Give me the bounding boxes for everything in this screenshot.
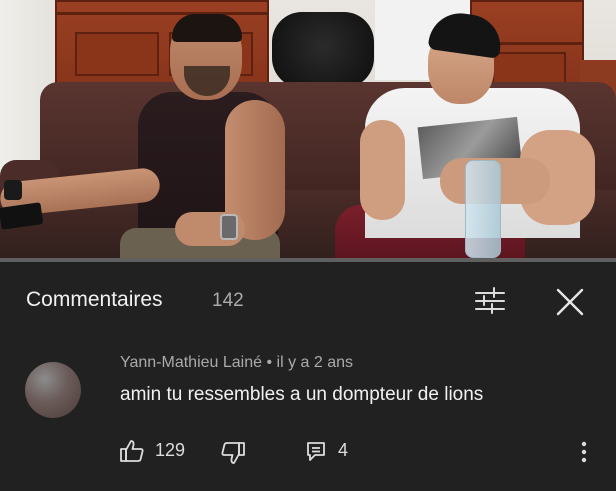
more-vert-icon[interactable] <box>578 438 590 466</box>
comments-title: Commentaires <box>26 288 163 311</box>
thumbs-down-icon[interactable] <box>220 440 246 466</box>
comment-time: il y a 2 ans <box>276 354 354 371</box>
comment-actions: 129 4 <box>0 436 616 470</box>
water-bottle <box>465 160 501 258</box>
comments-count: 142 <box>212 290 244 311</box>
comments-header: Commentaires 142 <box>0 262 616 340</box>
person-left-hair <box>172 14 242 42</box>
speaker <box>272 12 374 88</box>
comment-author[interactable]: Yann-Mathieu Lainé <box>120 354 262 371</box>
meta-separator: • <box>266 354 273 371</box>
comment-meta: Yann-Mathieu Lainé • il y a 2 ans <box>120 354 353 372</box>
bracelet <box>4 180 22 200</box>
comment-text: amin tu ressembles a un dompteur de lion… <box>120 384 484 405</box>
wristwatch <box>220 214 238 240</box>
comment-item: Yann-Mathieu Lainé • il y a 2 ans amin t… <box>0 340 616 491</box>
reply-icon[interactable] <box>305 440 327 462</box>
thumbs-up-icon[interactable] <box>119 438 145 464</box>
comments-panel: Commentaires 142 Yann-Mathieu Lainé • il… <box>0 262 616 491</box>
video-player[interactable] <box>0 0 616 258</box>
app-frame: Commentaires 142 Yann-Mathieu Lainé • il… <box>0 0 616 491</box>
avatar[interactable] <box>25 362 81 418</box>
like-count: 129 <box>155 440 186 460</box>
sort-filter-icon[interactable] <box>470 284 510 318</box>
person-right-arm-left <box>360 120 405 220</box>
reply-count[interactable]: 4 <box>338 440 348 461</box>
close-icon[interactable] <box>552 284 588 320</box>
